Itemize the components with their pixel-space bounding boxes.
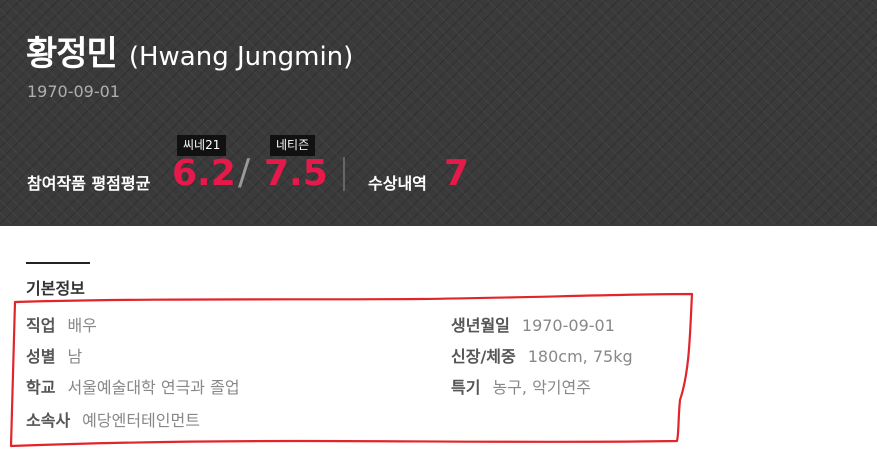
info-gender: 성별 남 <box>26 343 82 367</box>
info-agency: 소속사 예당엔터테인먼트 <box>26 407 200 431</box>
rating-average-label: 참여작품 평점평균 <box>27 174 151 193</box>
info-body-value: 180cm, 75kg <box>527 347 633 366</box>
profile-header: 황정민 (Hwang Jungmin) 1970-09-01 씨네21 네티즌 … <box>0 0 877 226</box>
awards-label[interactable]: 수상내역 <box>368 170 427 194</box>
info-school-label: 학교 <box>26 378 56 397</box>
cine21-score: 6.2 <box>172 153 236 194</box>
info-agency-value: 예당엔터테인먼트 <box>82 411 200 430</box>
birth-date: 1970-09-01 <box>27 82 120 101</box>
basic-info-title: 기본정보 <box>26 279 85 298</box>
actor-name-english: (Hwang Jungmin) <box>128 42 354 72</box>
info-skill: 특기 농구, 악기연주 <box>451 374 591 398</box>
actor-name: 황정민 (Hwang Jungmin) <box>26 26 353 75</box>
info-birth: 생년월일 1970-09-01 <box>451 312 615 336</box>
section-underline <box>26 262 90 264</box>
info-school: 학교 서울예술대학 연극과 졸업 <box>26 374 240 398</box>
info-job-value: 배우 <box>67 316 97 335</box>
info-job: 직업 배우 <box>26 312 97 336</box>
info-body: 신장/체중 180cm, 75kg <box>451 343 633 367</box>
netizen-score: 7.5 <box>264 153 328 194</box>
info-school-value: 서울예술대학 연극과 졸업 <box>67 378 240 397</box>
actor-name-korean: 황정민 <box>26 34 118 74</box>
info-gender-label: 성별 <box>26 347 56 366</box>
info-birth-label: 생년월일 <box>451 316 510 335</box>
info-gender-value: 남 <box>67 347 83 366</box>
info-agency-label: 소속사 <box>26 411 71 430</box>
info-job-label: 직업 <box>26 316 56 335</box>
info-birth-value: 1970-09-01 <box>521 316 615 335</box>
info-skill-value: 농구, 악기연주 <box>492 378 591 397</box>
awards-count[interactable]: 7 <box>444 153 469 194</box>
info-skill-label: 특기 <box>451 378 481 397</box>
vertical-divider <box>343 157 345 191</box>
score-separator: / <box>238 152 251 193</box>
info-body-label: 신장/체중 <box>451 347 516 366</box>
